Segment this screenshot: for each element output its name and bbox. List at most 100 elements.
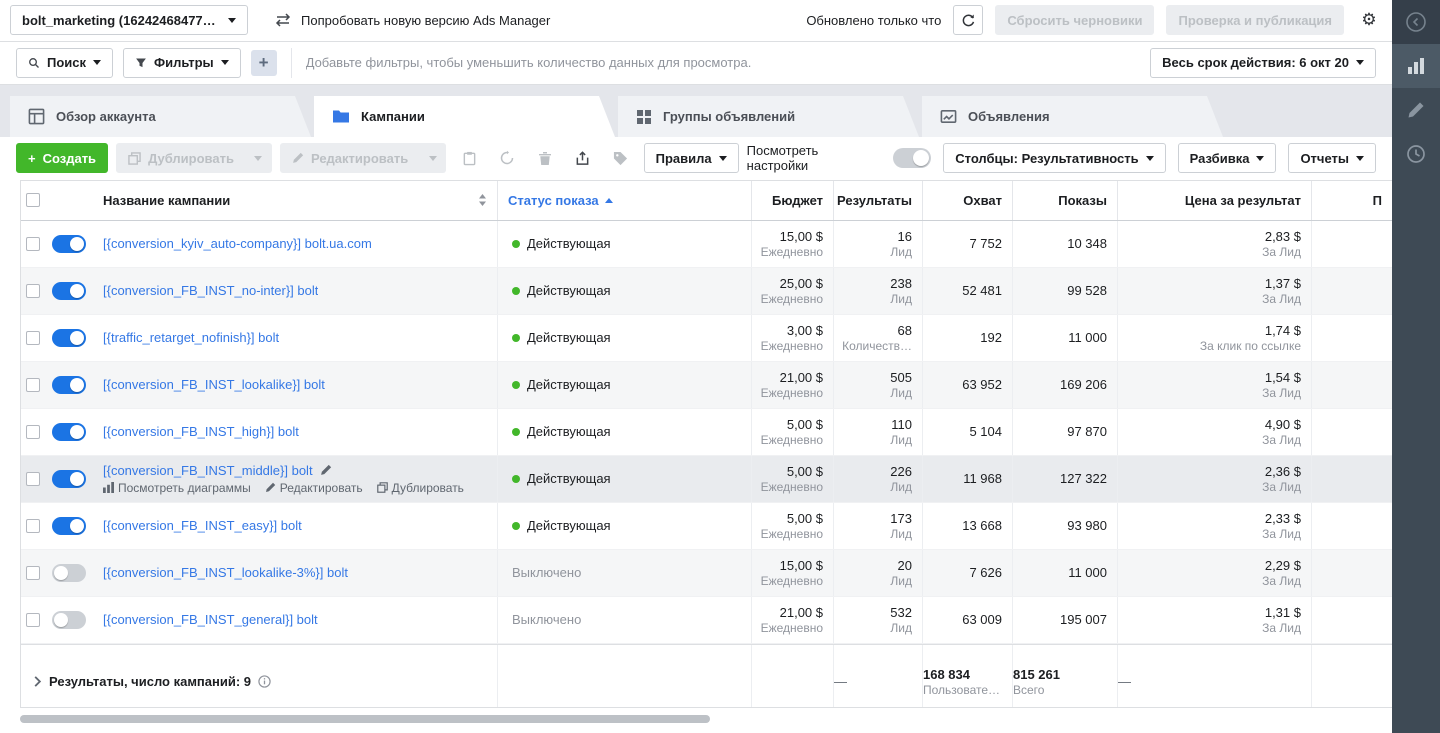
row-checkbox[interactable] bbox=[26, 378, 40, 392]
trash-icon bbox=[538, 151, 552, 166]
campaign-name-link[interactable]: [{conversion_FB_INST_easy}] bolt bbox=[103, 518, 302, 533]
tab-ad-sets[interactable]: Группы объявлений bbox=[618, 96, 919, 137]
campaign-toggle[interactable] bbox=[52, 376, 86, 394]
toolbar-right: Посмотреть настройки Столбцы: Результати… bbox=[747, 143, 1376, 173]
search-button[interactable]: Поиск bbox=[16, 48, 113, 78]
filter-input[interactable]: Добавьте фильтры, чтобы уменьшить количе… bbox=[306, 55, 1141, 70]
edit-panel-button[interactable] bbox=[1392, 88, 1440, 132]
reports-selector[interactable]: Отчеты bbox=[1288, 143, 1376, 173]
table-row: [{conversion_FB_INST_general}] bolt Выкл… bbox=[21, 597, 1392, 644]
horizontal-scrollbar-thumb[interactable] bbox=[20, 715, 710, 723]
campaign-name-link[interactable]: [{conversion_FB_INST_high}] bolt bbox=[103, 424, 299, 439]
tab-ads[interactable]: Объявления bbox=[922, 96, 1223, 137]
status-text: Действующая bbox=[527, 283, 611, 298]
create-button[interactable]: + Создать bbox=[16, 143, 108, 173]
column-header-cost[interactable]: Цена за результат bbox=[1117, 181, 1311, 220]
column-header-impressions[interactable]: Показы bbox=[1012, 181, 1117, 220]
campaign-name-link[interactable]: [{traffic_retarget_nofinish}] bolt bbox=[103, 330, 279, 345]
duplicate-more-button bbox=[246, 143, 272, 173]
campaign-name-link[interactable]: [{conversion_kyiv_auto-company}] bolt.ua… bbox=[103, 236, 372, 251]
refresh-button[interactable] bbox=[953, 5, 983, 35]
filters-button[interactable]: Фильтры bbox=[123, 48, 241, 78]
column-header-budget[interactable]: Бюджет bbox=[751, 181, 833, 220]
campaign-toggle[interactable] bbox=[52, 470, 86, 488]
breakdown-selector[interactable]: Разбивка bbox=[1178, 143, 1277, 173]
right-sidebar bbox=[1392, 0, 1440, 733]
campaign-toggle[interactable] bbox=[52, 282, 86, 300]
select-all-checkbox[interactable] bbox=[26, 193, 40, 207]
status-dot bbox=[512, 240, 520, 248]
updated-status: Обновлено только что bbox=[806, 13, 941, 28]
row-checkbox[interactable] bbox=[26, 284, 40, 298]
charts-panel-button[interactable] bbox=[1392, 44, 1440, 88]
row-checkbox[interactable] bbox=[26, 331, 40, 345]
column-header-extra[interactable]: П bbox=[1311, 181, 1392, 220]
row-checkbox[interactable] bbox=[26, 237, 40, 251]
status-dot bbox=[512, 287, 520, 295]
footer-results-cell: — bbox=[833, 645, 922, 707]
settings-button[interactable]: ⚙ bbox=[1356, 10, 1382, 30]
campaign-name-link[interactable]: [{conversion_FB_INST_general}] bolt bbox=[103, 612, 318, 627]
column-header-name[interactable]: Название кампании bbox=[93, 181, 497, 220]
budget-cell: 5,00 $Ежедневно bbox=[751, 456, 833, 502]
account-selector[interactable]: bolt_marketing (162424684771... bbox=[10, 5, 248, 35]
collapse-panel-button[interactable] bbox=[1392, 0, 1440, 44]
footer-reach-cell: 168 834Пользовате… bbox=[922, 645, 1012, 707]
campaign-name-link[interactable]: [{conversion_FB_INST_middle}] bolt bbox=[103, 463, 313, 478]
table-body: [{conversion_kyiv_auto-company}] bolt.ua… bbox=[21, 221, 1392, 644]
edit-label: Редактировать bbox=[311, 151, 408, 166]
row-checkbox[interactable] bbox=[26, 519, 40, 533]
rules-button[interactable]: Правила bbox=[644, 143, 739, 173]
view-charts-action[interactable]: Посмотреть диаграммы bbox=[103, 481, 251, 495]
campaign-name-link[interactable]: [{conversion_FB_INST_no-inter}] bolt bbox=[103, 283, 318, 298]
campaign-toggle[interactable] bbox=[52, 611, 86, 629]
campaign-toggle[interactable] bbox=[52, 423, 86, 441]
date-range-selector[interactable]: Весь срок действия: 6 окт 20 bbox=[1150, 48, 1376, 78]
edit-row-action[interactable]: Редактировать bbox=[265, 481, 363, 495]
column-header-status[interactable]: Статус показа bbox=[497, 181, 751, 220]
tab-label: Обзор аккаунта bbox=[56, 109, 156, 124]
campaign-toggle[interactable] bbox=[52, 517, 86, 535]
row-checkbox[interactable] bbox=[26, 425, 40, 439]
duplicate-row-action[interactable]: Дублировать bbox=[377, 481, 464, 495]
cost-cell: 2,29 $За Лид bbox=[1117, 550, 1311, 596]
footer-status-cell bbox=[497, 645, 751, 707]
clipboard-icon bbox=[462, 151, 477, 166]
campaign-name-link[interactable]: [{conversion_FB_INST_lookalike-3%}] bolt bbox=[103, 565, 348, 580]
edit-name-pencil-icon[interactable] bbox=[320, 464, 332, 476]
reach-cell: 63 009 bbox=[922, 597, 1012, 643]
impressions-cell: 169 206 bbox=[1012, 362, 1117, 408]
export-button[interactable] bbox=[568, 143, 598, 173]
view-settings-toggle[interactable] bbox=[893, 148, 931, 168]
reach-cell: 7 752 bbox=[922, 221, 1012, 267]
campaign-toggle[interactable] bbox=[52, 329, 86, 347]
tab-campaigns[interactable]: Кампании bbox=[314, 96, 615, 137]
chevron-down-icon bbox=[429, 156, 437, 161]
try-new-version-link[interactable]: Попробовать новую версию Ads Manager bbox=[274, 13, 550, 28]
tab-account-overview[interactable]: Обзор аккаунта bbox=[10, 96, 311, 137]
table-row: [{conversion_FB_INST_easy}] bolt Действу… bbox=[21, 503, 1392, 550]
campaign-toggle[interactable] bbox=[52, 564, 86, 582]
columns-selector[interactable]: Столбцы: Результативность bbox=[943, 143, 1165, 173]
main-area: bolt_marketing (162424684771... Попробов… bbox=[0, 0, 1392, 733]
status-dot bbox=[512, 334, 520, 342]
row-checkbox[interactable] bbox=[26, 472, 40, 486]
activity-history-button[interactable] bbox=[1392, 132, 1440, 176]
row-checkbox[interactable] bbox=[26, 613, 40, 627]
chevron-down-icon bbox=[228, 18, 236, 23]
row-checkbox[interactable] bbox=[26, 566, 40, 580]
refresh-icon bbox=[961, 13, 976, 28]
impressions-cell: 93 980 bbox=[1012, 503, 1117, 549]
table-row: [{conversion_FB_INST_middle}] bolt Посмо… bbox=[21, 456, 1392, 503]
campaign-toggle[interactable] bbox=[52, 235, 86, 253]
expand-results-icon[interactable] bbox=[33, 675, 42, 688]
column-header-reach[interactable]: Охват bbox=[922, 181, 1012, 220]
table-footer: Результаты, число кампаний: 9 — 168 834П… bbox=[21, 644, 1392, 707]
campaign-name-link[interactable]: [{conversion_FB_INST_lookalike}] bolt bbox=[103, 377, 325, 392]
column-header-results[interactable]: Результаты bbox=[833, 181, 922, 220]
results-cell: 20Лид bbox=[833, 550, 922, 596]
cost-cell: 2,33 $За Лид bbox=[1117, 503, 1311, 549]
add-filter-button[interactable]: + bbox=[251, 50, 277, 76]
extra-cell bbox=[1311, 456, 1392, 502]
status-text: Действующая bbox=[527, 377, 611, 392]
